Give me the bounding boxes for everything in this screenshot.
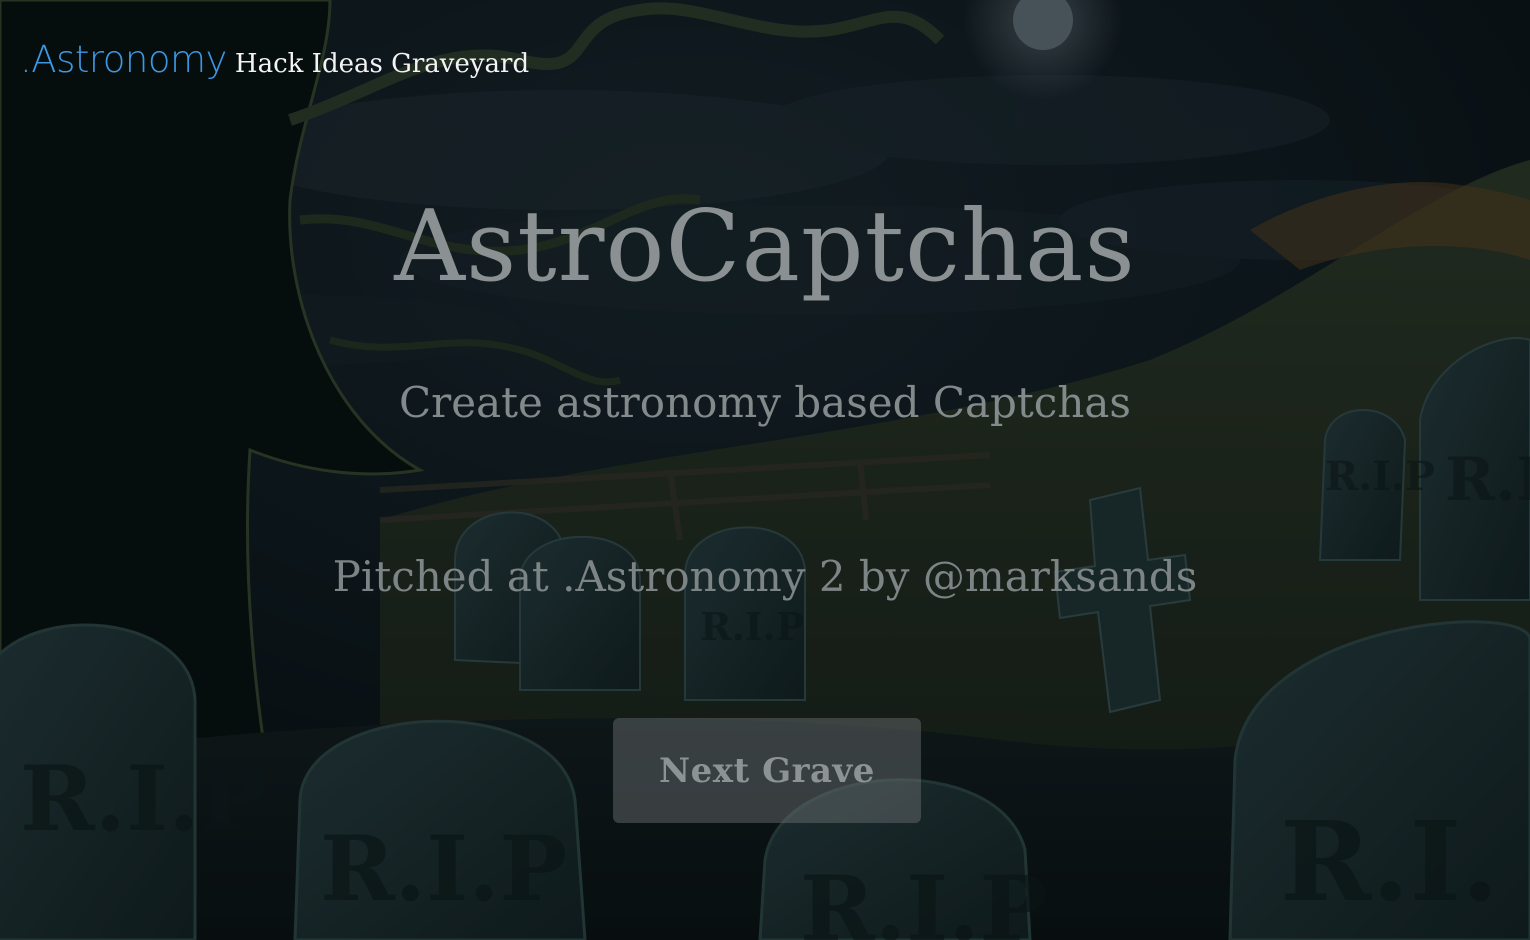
idea-description: Create astronomy based Captchas xyxy=(399,378,1131,427)
site-header: .Astronomy Hack Ideas Graveyard xyxy=(20,38,529,81)
astronomy-logo[interactable]: .Astronomy xyxy=(20,38,227,81)
page: R.I.P R.I.P R.I.P R.I. R.I.P R.I. R.I.P … xyxy=(0,0,1530,940)
pitched-by-text: Pitched at .Astronomy 2 by @marksands xyxy=(332,552,1198,601)
idea-title: AstroCaptchas xyxy=(394,190,1136,304)
next-grave-button[interactable]: Next Grave xyxy=(613,718,921,823)
site-subtitle: Hack Ideas Graveyard xyxy=(234,49,530,79)
